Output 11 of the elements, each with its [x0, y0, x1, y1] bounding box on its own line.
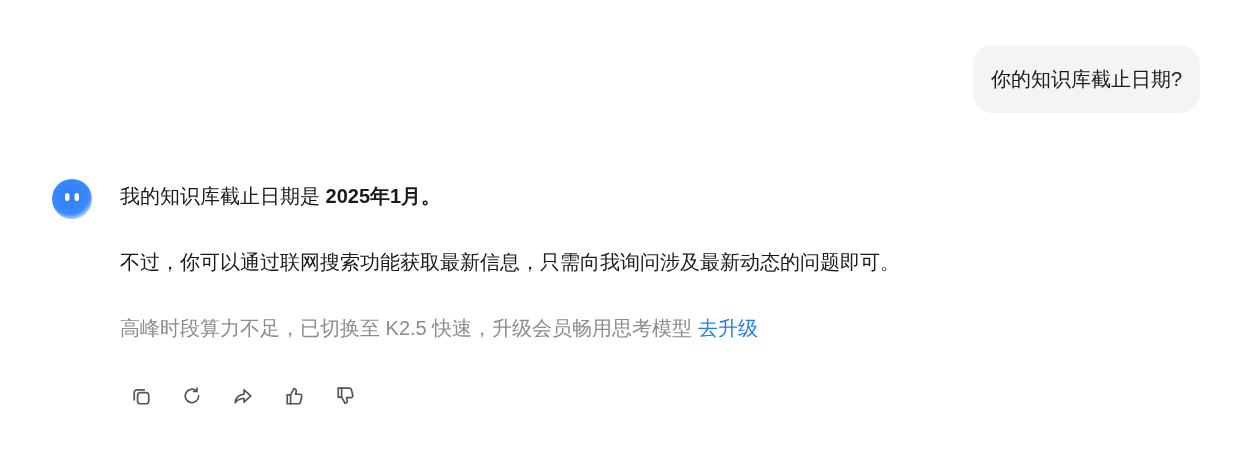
copy-icon[interactable]	[132, 387, 151, 406]
message-text: 我的知识库截止日期是 2025年1月。	[120, 184, 443, 209]
upgrade-link[interactable]: 去升级	[697, 317, 758, 339]
notice-text: 高峰时段算力不足，已切换至 K2.5 快速，升级会员畅用思考模型 去升级	[120, 316, 759, 341]
user-message-bubble: 你的知识库截止日期?	[972, 45, 1200, 113]
thumbs-up-icon[interactable]	[285, 387, 304, 406]
refresh-icon[interactable]	[183, 387, 202, 406]
share-arrow-icon[interactable]	[234, 387, 253, 406]
thumbs-down-icon[interactable]	[336, 387, 355, 406]
message-text: 不过，你可以通过联网搜索功能获取最新信息，只需向我询问涉及最新动态的问题即可。	[120, 250, 900, 275]
assistant-avatar-icon	[52, 179, 92, 219]
